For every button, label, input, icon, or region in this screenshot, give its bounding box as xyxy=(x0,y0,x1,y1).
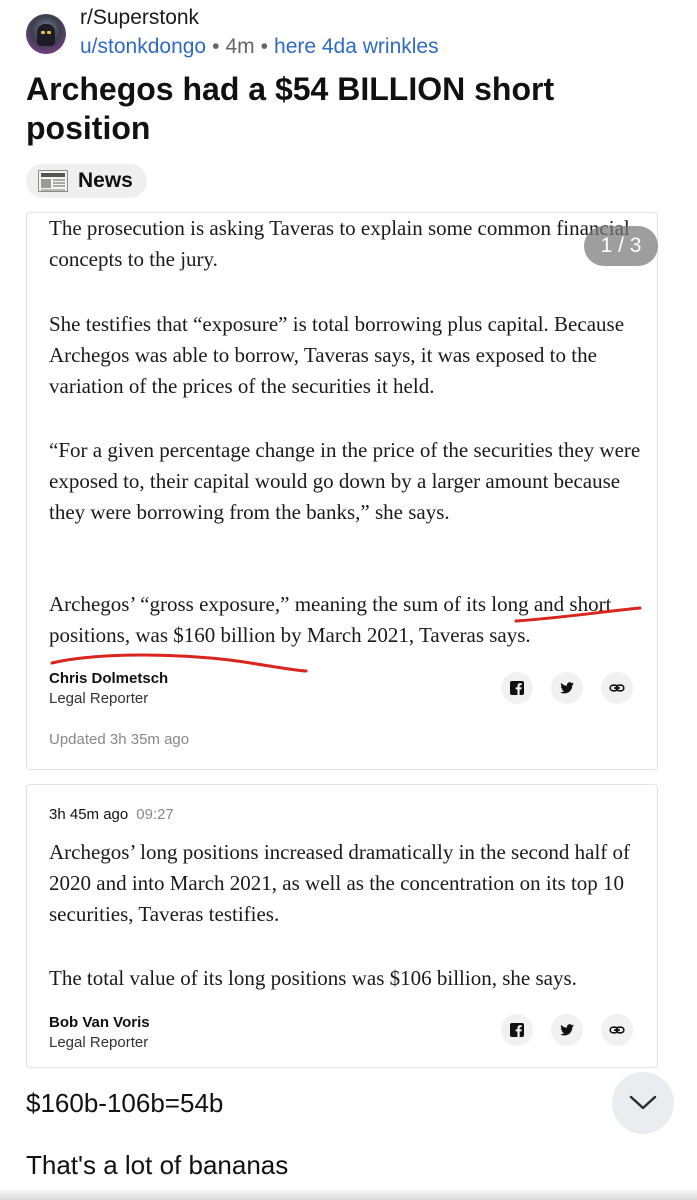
facebook-share-button[interactable] xyxy=(501,672,533,704)
post-body-remark: That's a lot of bananas xyxy=(26,1150,289,1180)
copy-link-button[interactable] xyxy=(601,1014,633,1046)
entry-paragraph: The prosecution is asking Taveras to exp… xyxy=(49,216,630,271)
newspaper-icon xyxy=(38,170,68,192)
facebook-icon xyxy=(510,1023,524,1037)
gallery-counter: 1 / 3 xyxy=(584,226,658,266)
entry-paragraph: She testifies that “exposure” is total b… xyxy=(49,312,625,398)
copy-link-button[interactable] xyxy=(601,672,633,704)
entry-paragraph: “For a given percentage change in the pr… xyxy=(49,438,641,524)
twitter-share-button[interactable] xyxy=(551,1014,583,1046)
facebook-icon xyxy=(510,681,524,695)
post-meta: u/stonkdongo • 4m • here 4da wrinkles xyxy=(80,35,439,58)
twitter-icon xyxy=(560,1024,574,1036)
live-blog-entry-2: 3h 45m ago 09:27 Archegos’ long positions… xyxy=(26,784,658,1068)
post-title[interactable]: Archegos had a $54 BILLION short positio… xyxy=(26,70,666,148)
chevron-down-icon xyxy=(629,1095,657,1110)
post-body-equation: $160b-106b=54b xyxy=(26,1088,224,1118)
entry-timestamp: 3h 45m ago 09:27 xyxy=(49,806,174,823)
user-flair: here 4da wrinkles xyxy=(274,35,439,58)
twitter-share-button[interactable] xyxy=(551,672,583,704)
bottom-fade xyxy=(0,1188,697,1200)
entry-paragraph: Archegos’ “gross exposure,” meaning the … xyxy=(49,592,612,647)
twitter-icon xyxy=(560,682,574,694)
link-icon xyxy=(609,684,625,692)
entry-paragraph: The total value of its long positions wa… xyxy=(49,966,577,990)
post-age: 4m xyxy=(225,35,255,58)
reporter-role: Legal Reporter xyxy=(49,1034,149,1051)
avatar[interactable] xyxy=(26,14,66,54)
post-author[interactable]: u/stonkdongo xyxy=(80,35,206,58)
time-ago: 3h 45m ago xyxy=(49,806,129,823)
entry-paragraph: Archegos’ long positions increased drama… xyxy=(49,840,631,926)
facebook-share-button[interactable] xyxy=(501,1014,533,1046)
reporter-role: Legal Reporter xyxy=(49,690,149,707)
subreddit-name[interactable]: r/Superstonk xyxy=(80,6,199,30)
updated-timestamp: Updated 3h 35m ago xyxy=(49,731,190,748)
reporter-name[interactable]: Bob Van Voris xyxy=(49,1014,150,1031)
link-icon xyxy=(609,1026,625,1034)
collapse-button[interactable] xyxy=(612,1072,674,1134)
post-flair[interactable]: News xyxy=(26,164,147,198)
reporter-name[interactable]: Chris Dolmetsch xyxy=(49,670,168,687)
live-blog-entry-1: The prosecution is asking Taveras to exp… xyxy=(26,212,658,770)
clock-time: 09:27 xyxy=(136,806,174,823)
flair-label: News xyxy=(78,169,133,192)
